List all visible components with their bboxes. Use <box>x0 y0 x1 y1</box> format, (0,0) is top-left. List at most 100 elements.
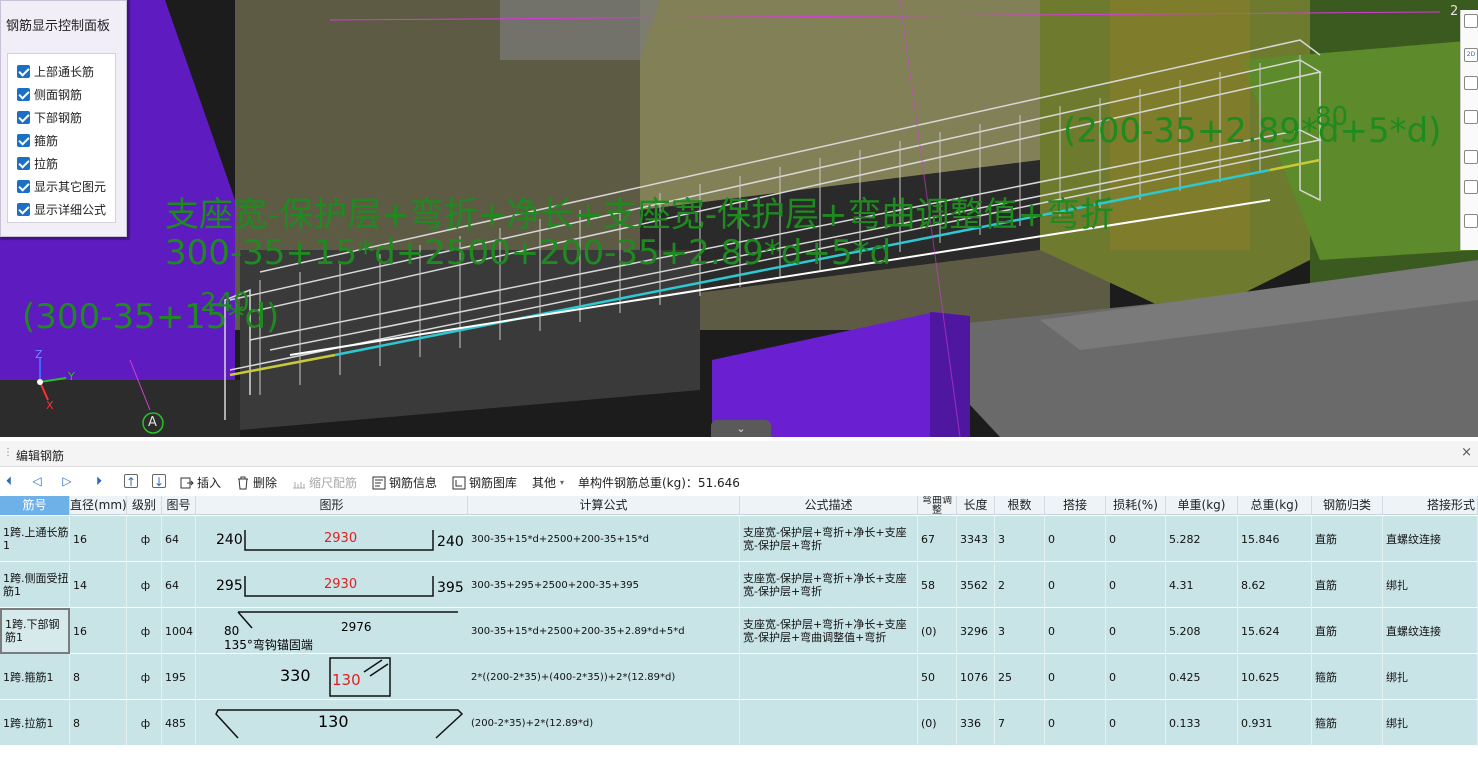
cell-bend-adjust[interactable]: 50 <box>918 654 957 700</box>
cell-lap-type[interactable]: 直螺纹连接 <box>1383 516 1478 562</box>
cell-loss[interactable]: 0 <box>1106 654 1166 700</box>
cell-category[interactable]: 直筋 <box>1312 608 1383 654</box>
column-header-fig-no[interactable]: 图号 <box>162 496 196 515</box>
cell-length[interactable]: 3562 <box>957 562 995 608</box>
cell-shape[interactable]: 330 130 <box>196 654 468 700</box>
cell-bend-adjust[interactable]: 58 <box>918 562 957 608</box>
cell-fig-no[interactable]: 64 <box>162 516 196 562</box>
first-record-icon[interactable]: ⏴ <box>2 474 16 488</box>
move-up-icon[interactable]: ↑ <box>124 474 138 489</box>
other-dropdown[interactable]: 其他 ▾ <box>532 474 564 491</box>
column-header-bar-no[interactable]: 筋号 <box>0 496 70 515</box>
cell-unit-weight[interactable]: 5.282 <box>1166 516 1238 562</box>
cell-length[interactable]: 3296 <box>957 608 995 654</box>
column-header-count[interactable]: 根数 <box>995 496 1045 515</box>
cell-loss[interactable]: 0 <box>1106 700 1166 746</box>
cell-diameter[interactable]: 8 <box>70 654 127 700</box>
cell-unit-weight[interactable]: 0.133 <box>1166 700 1238 746</box>
cell-unit-weight[interactable]: 4.31 <box>1166 562 1238 608</box>
delete-button[interactable]: 删除 <box>236 474 277 491</box>
checkbox-checked-icon[interactable] <box>17 156 30 170</box>
cell-grade[interactable]: ф <box>127 700 162 746</box>
3d-viewport[interactable]: 支座宽-保护层+弯折+净长+支座宽-保护层+弯曲调整值+弯折 300-35+15… <box>0 0 1478 437</box>
cell-category[interactable]: 直筋 <box>1312 562 1383 608</box>
rebar-info-button[interactable]: 钢筋信息 <box>372 474 437 491</box>
cell-total-weight[interactable]: 8.62 <box>1238 562 1312 608</box>
previous-record-icon[interactable]: ◁ <box>30 474 44 488</box>
drag-grip-icon[interactable]: ⋮ <box>3 447 13 458</box>
cell-total-weight[interactable]: 10.625 <box>1238 654 1312 700</box>
box-view-icon[interactable] <box>1464 110 1478 124</box>
next-record-icon[interactable]: ▷ <box>60 474 74 488</box>
cell-bend-adjust[interactable]: (0) <box>918 700 957 746</box>
cell-description[interactable]: 支座宽-保护层+弯折+净长+支座宽-保护层+弯折 <box>740 516 918 562</box>
checkbox-top-long-rebar[interactable]: 上部通长筋 <box>17 62 94 80</box>
cell-shape[interactable]: 80 2976 135°弯钩锚固端 <box>196 608 468 654</box>
view-cube-icon[interactable] <box>1464 76 1478 90</box>
cell-unit-weight[interactable]: 0.425 <box>1166 654 1238 700</box>
cell-fig-no[interactable]: 485 <box>162 700 196 746</box>
cell-lap[interactable]: 0 <box>1045 700 1106 746</box>
cell-unit-weight[interactable]: 5.208 <box>1166 608 1238 654</box>
cell-category[interactable]: 箍筋 <box>1312 700 1383 746</box>
cell-diameter[interactable]: 16 <box>70 608 127 654</box>
cell-lap[interactable]: 0 <box>1045 562 1106 608</box>
cell-description[interactable]: 支座宽-保护层+弯折+净长+支座宽-保护层+弯折 <box>740 562 918 608</box>
cell-formula[interactable]: 2*((200-2*35)+(400-2*35))+2*(12.89*d) <box>468 654 740 700</box>
cell-formula[interactable]: 300-35+15*d+2500+200-35+15*d <box>468 516 740 562</box>
cell-bend-adjust[interactable]: 67 <box>918 516 957 562</box>
cell-grade[interactable]: ф <box>127 562 162 608</box>
collapse-panel-button[interactable]: ⌄ <box>711 420 771 437</box>
cell-lap-type[interactable]: 绑扎 <box>1383 654 1478 700</box>
checkbox-checked-icon[interactable] <box>17 202 30 216</box>
column-header-lap-type[interactable]: 搭接形式 <box>1383 496 1478 515</box>
cell-grade[interactable]: ф <box>127 608 162 654</box>
cell-lap[interactable]: 0 <box>1045 654 1106 700</box>
checkbox-checked-icon[interactable] <box>17 110 30 124</box>
cell-count[interactable]: 3 <box>995 516 1045 562</box>
cell-bar-no[interactable]: 1跨.上通长筋1 <box>0 516 70 562</box>
column-header-length[interactable]: 长度 <box>957 496 995 515</box>
table-row[interactable]: 1跨.箍筋1 8 ф 195 330 130 2*((200-2*35)+(40… <box>0 654 1478 700</box>
cell-fig-no[interactable]: 64 <box>162 562 196 608</box>
cell-total-weight[interactable]: 0.931 <box>1238 700 1312 746</box>
cell-category[interactable]: 箍筋 <box>1312 654 1383 700</box>
cell-category[interactable]: 直筋 <box>1312 516 1383 562</box>
checkbox-show-other-elements[interactable]: 显示其它图元 <box>17 177 106 195</box>
column-header-category[interactable]: 钢筋归类 <box>1312 496 1383 515</box>
cell-bend-adjust[interactable]: (0) <box>918 608 957 654</box>
column-header-unit-weight[interactable]: 单重(kg) <box>1166 496 1238 515</box>
cell-length[interactable]: 1076 <box>957 654 995 700</box>
cell-description[interactable]: 支座宽-保护层+弯折+净长+支座宽-保护层+弯曲调整值+弯折 <box>740 608 918 654</box>
cell-lap-type[interactable]: 直螺纹连接 <box>1383 608 1478 654</box>
cell-count[interactable]: 3 <box>995 608 1045 654</box>
cell-grade[interactable]: ф <box>127 516 162 562</box>
checkbox-stirrup[interactable]: 箍筋 <box>17 131 58 149</box>
zoom-extent-icon[interactable] <box>1464 150 1478 164</box>
cell-bar-no[interactable]: 1跨.侧面受扭筋1 <box>0 562 70 608</box>
cell-lap[interactable]: 0 <box>1045 608 1106 654</box>
checkbox-checked-icon[interactable] <box>17 64 30 78</box>
shape-mid-dim[interactable]: 2930 <box>324 578 357 591</box>
shape-left-dim[interactable]: 330 <box>280 668 311 684</box>
cell-lap[interactable]: 0 <box>1045 516 1106 562</box>
shape-left-dim[interactable]: 295 <box>216 579 243 593</box>
cell-diameter[interactable]: 8 <box>70 700 127 746</box>
cell-bar-no[interactable]: 1跨.拉筋1 <box>0 700 70 746</box>
cell-count[interactable]: 25 <box>995 654 1045 700</box>
column-header-formula[interactable]: 计算公式 <box>468 496 740 515</box>
cell-diameter[interactable]: 14 <box>70 562 127 608</box>
cell-total-weight[interactable]: 15.624 <box>1238 608 1312 654</box>
cell-length[interactable]: 3343 <box>957 516 995 562</box>
close-icon[interactable]: × <box>1461 445 1472 460</box>
checkbox-bottom-rebar[interactable]: 下部钢筋 <box>17 108 82 126</box>
shape-mid-dim[interactable]: 2976 <box>341 621 372 633</box>
cell-bar-no[interactable]: 1跨.下部钢筋1 <box>0 608 70 654</box>
table-row[interactable]: 1跨.上通长筋1 16 ф 64 240 2930 240 300-35+15*… <box>0 516 1478 562</box>
cell-fig-no[interactable]: 195 <box>162 654 196 700</box>
cell-description[interactable] <box>740 654 918 700</box>
cell-shape[interactable]: 295 2930 395 <box>196 562 468 608</box>
cell-shape[interactable]: 240 2930 240 <box>196 516 468 562</box>
list-icon[interactable] <box>1464 214 1478 228</box>
checkbox-checked-icon[interactable] <box>17 87 30 101</box>
